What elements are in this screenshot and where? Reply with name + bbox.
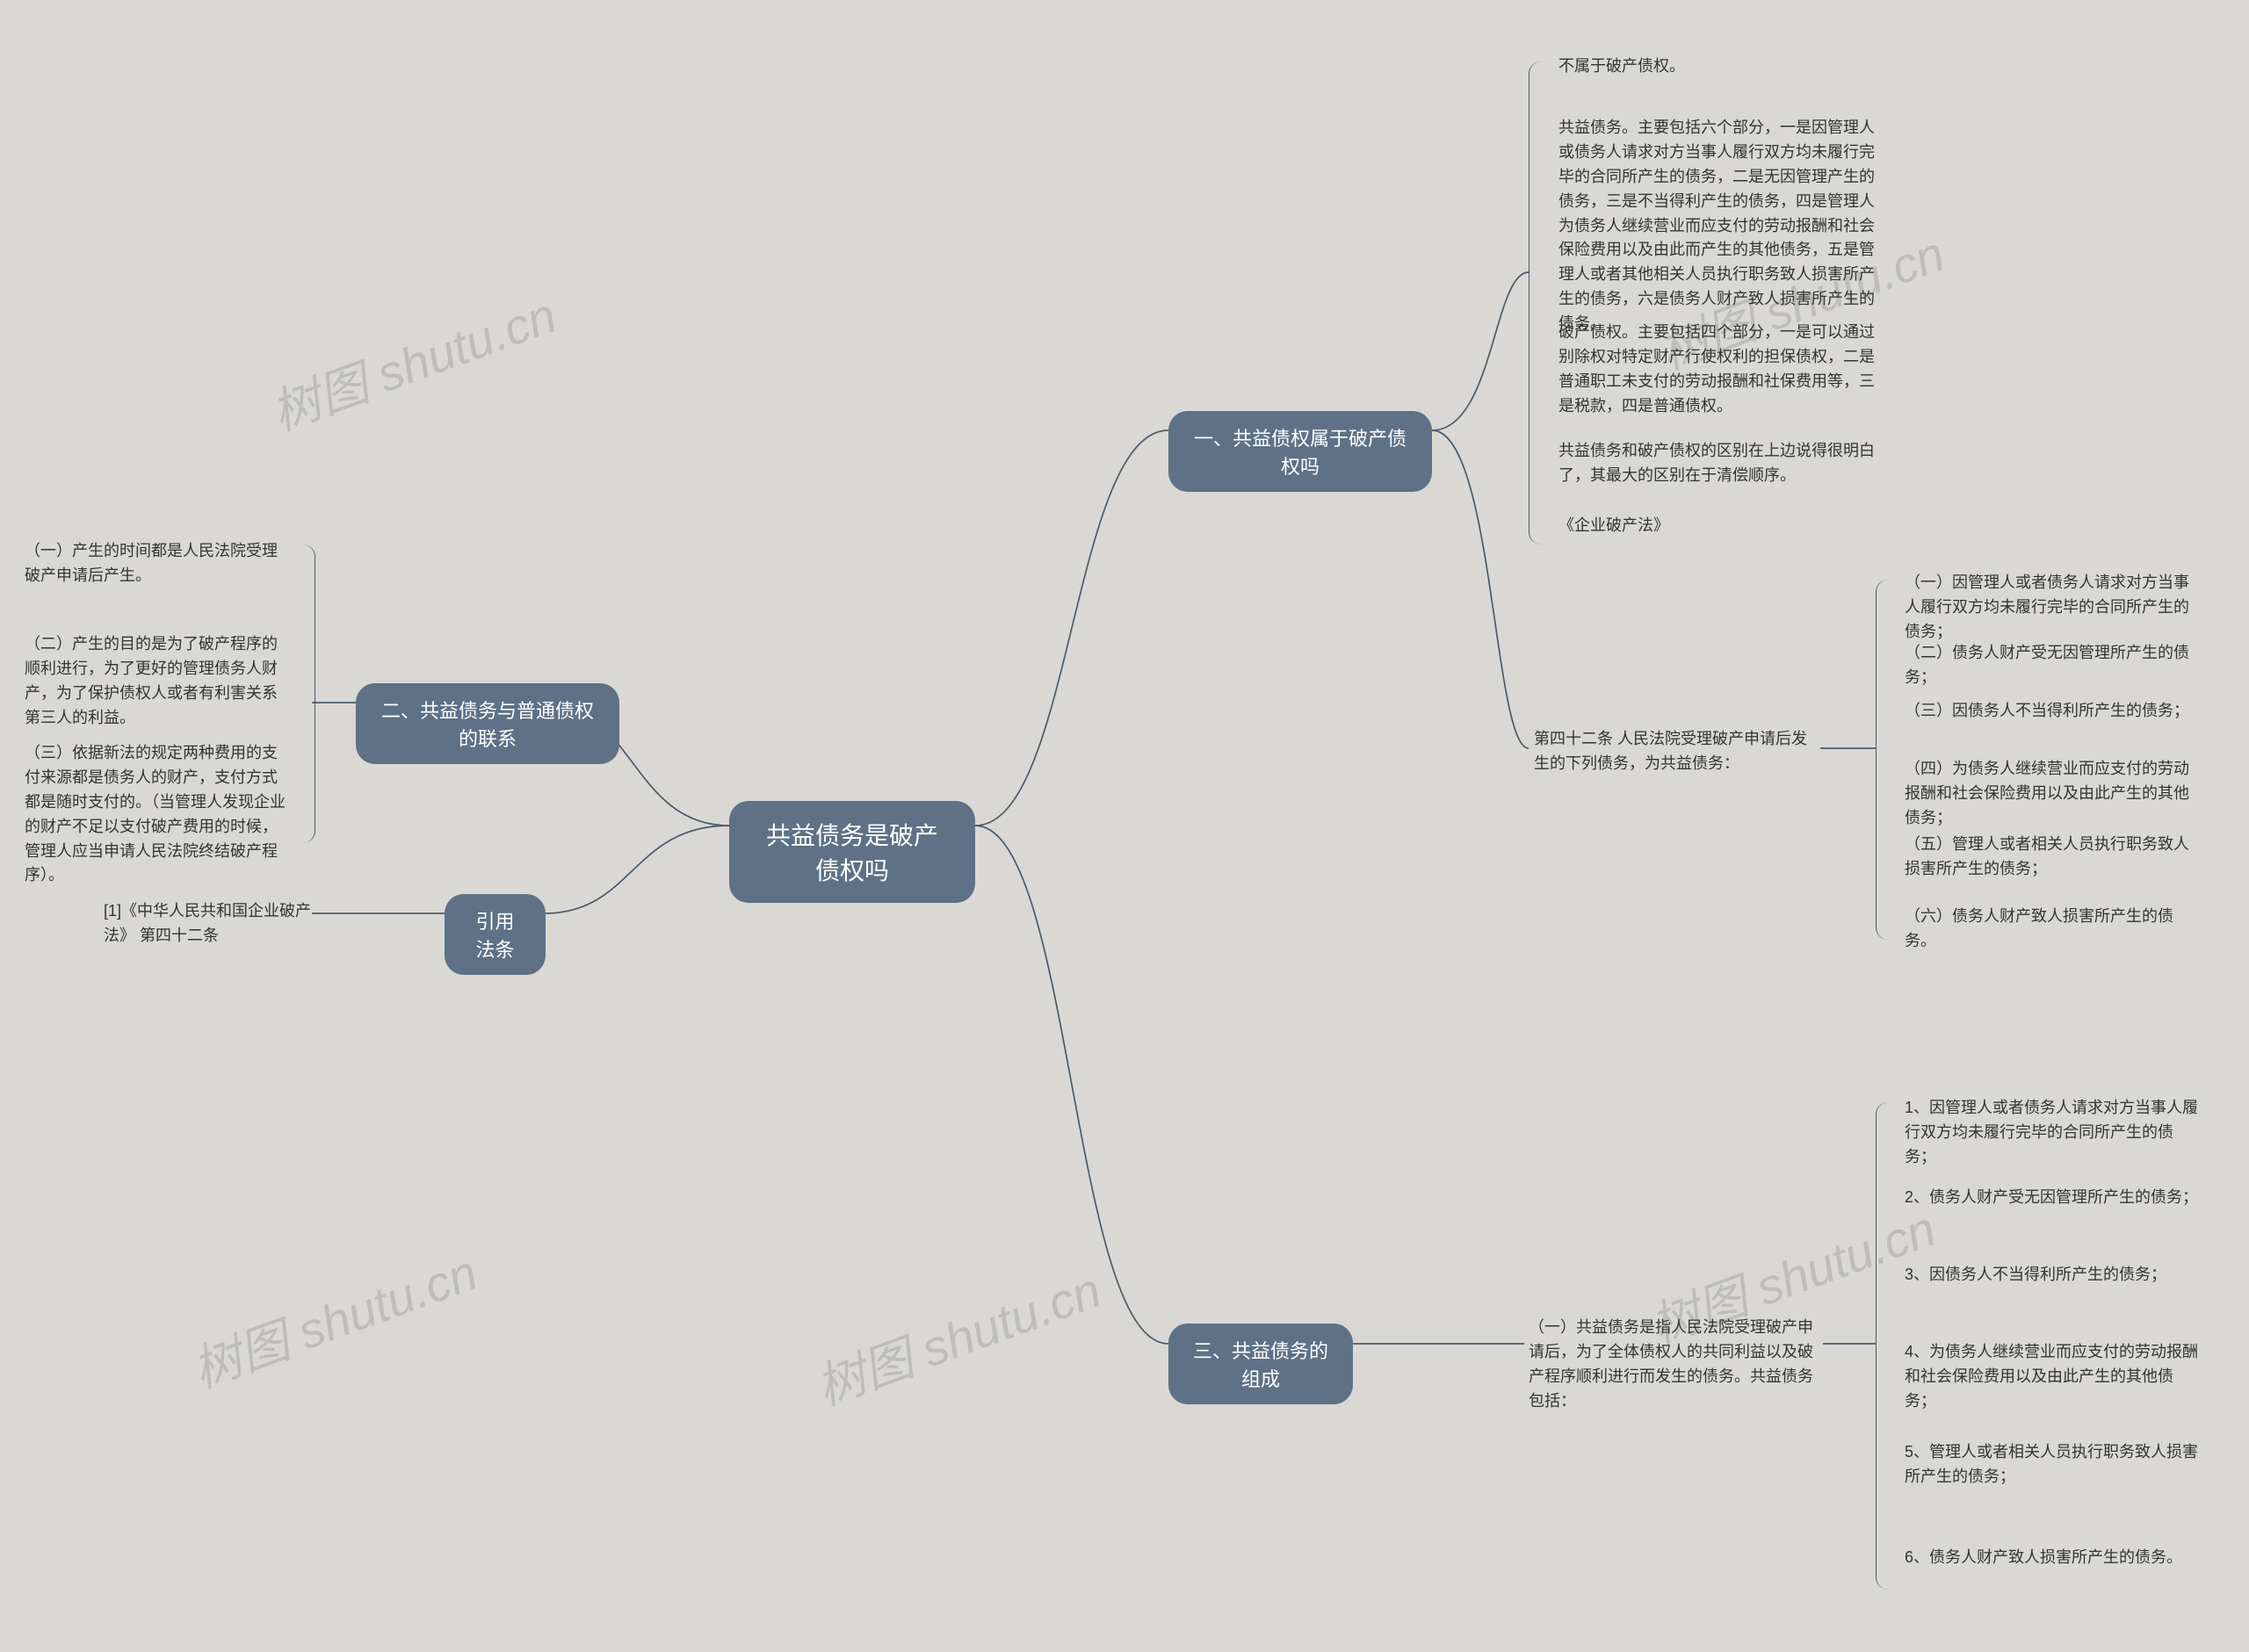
leaf-text: 6、债务人财产致人损害所产生的债务。	[1905, 1546, 2182, 1570]
leaf-text: （五）管理人或者相关人员执行职务致人损害所产生的债务；	[1905, 833, 2203, 882]
leaf-text: 《企业破产法》	[1558, 514, 1669, 538]
leaf-text: （四）为债务人继续营业而应支付的劳动报酬和社会保险费用以及由此产生的其他债务；	[1905, 757, 2203, 831]
leaf-text: （一）产生的时间都是人民法院受理破产申请后产生。	[25, 539, 288, 588]
leaf-text: 3、因债务人不当得利所产生的债务；	[1905, 1263, 2166, 1288]
bracket	[1876, 580, 1897, 940]
leaf-text: 破产债权。主要包括四个部分，一是可以通过别除权对特定财产行使权利的担保债权，二是…	[1558, 321, 1875, 419]
watermark: 树图 shutu.cn	[260, 276, 565, 444]
leaf-text: （六）债务人财产致人损害所产生的债务。	[1905, 905, 2203, 954]
watermark: 树图 shutu.cn	[805, 1251, 1110, 1419]
root-node[interactable]: 共益债务是破产债权吗	[729, 801, 975, 903]
leaf-text: 共益债务。主要包括六个部分，一是因管理人或债务人请求对方当事人履行双方均未履行完…	[1558, 116, 1875, 336]
leaf-text: （二）债务人财产受无因管理所产生的债务；	[1905, 641, 2203, 690]
leaf-text: 2、债务人财产受无因管理所产生的债务；	[1905, 1186, 2198, 1210]
leaf-text: 不属于破产债权。	[1558, 54, 1685, 79]
sub-label-article42: 第四十二条 人民法院受理破产申请后发生的下列债务，为共益债务：	[1534, 727, 1819, 776]
bracket	[294, 545, 315, 843]
leaf-text: （二）产生的目的是为了破产程序的顺利进行，为了更好的管理债务人财产，为了保护债权…	[25, 632, 288, 731]
leaf-text: [1]《中华人民共和国企业破产法》 第四十二条	[104, 899, 332, 949]
leaf-text: 5、管理人或者相关人员执行职务致人损害所产生的债务；	[1905, 1440, 2203, 1490]
leaf-text: 1、因管理人或者债务人请求对方当事人履行双方均未履行完毕的合同所产生的债务；	[1905, 1096, 2203, 1170]
branch-node-2[interactable]: 二、共益债务与普通债权的联系	[356, 683, 619, 764]
leaf-text: （三）依据新法的规定两种费用的支付来源都是债务人的财产，支付方式都是随时支付的。…	[25, 741, 288, 888]
leaf-text: （一）因管理人或者债务人请求对方当事人履行双方均未履行完毕的合同所产生的债务；	[1905, 571, 2203, 645]
branch-node-citations[interactable]: 引用法条	[445, 894, 546, 975]
bracket	[1876, 1102, 1897, 1590]
watermark: 树图 shutu.cn	[181, 1233, 486, 1402]
bracket	[1529, 61, 1550, 545]
leaf-text: 共益债务和破产债权的区别在上边说得很明白了，其最大的区别在于清偿顺序。	[1558, 439, 1875, 488]
branch-node-3[interactable]: 三、共益债务的组成	[1168, 1324, 1353, 1404]
branch-node-1[interactable]: 一、共益债权属于破产债权吗	[1168, 411, 1432, 492]
leaf-text: 4、为债务人继续营业而应支付的劳动报酬和社会保险费用以及由此产生的其他债务；	[1905, 1340, 2203, 1414]
sub-label-n3: （一）共益债务是指人民法院受理破产申请后，为了全体债权人的共同利益以及破产程序顺…	[1529, 1316, 1823, 1414]
leaf-text: （三）因债务人不当得利所产生的债务；	[1905, 699, 2189, 724]
